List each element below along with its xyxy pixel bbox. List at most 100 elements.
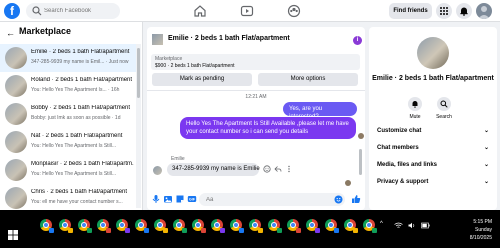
facebook-logo[interactable]: f xyxy=(4,3,20,19)
profile-badge-icon xyxy=(106,228,111,233)
avatar-icon xyxy=(478,6,490,19)
wifi-icon[interactable] xyxy=(394,222,403,229)
thread-preview: You: Hello Yes The Apartment Is Still... xyxy=(31,143,117,149)
listing-thumbnail xyxy=(5,103,27,125)
thread-preview: Bobby: just Imk as soon as possible · 1d xyxy=(31,115,121,121)
sidebar-title: Marketplace xyxy=(19,26,72,36)
marketplace-inbox-sidebar: ← Marketplace Emilie · 2 beds 1 bath Fla… xyxy=(0,22,143,210)
scrollbar-thumb[interactable] xyxy=(137,48,140,98)
photo-icon[interactable] xyxy=(163,194,173,204)
message-timestamp: 12:21 AM xyxy=(245,94,267,100)
thread-item[interactable]: Nat · 2 beds 1 bath Flat/apartment You: … xyxy=(0,128,136,156)
thread-preview: 347-285-9939 my name is Emil... · Just n… xyxy=(31,59,129,65)
thread-item[interactable]: Chris · 2 beds 1 bath Flat/apartment You… xyxy=(0,184,136,212)
menu-button[interactable] xyxy=(436,3,452,19)
search-conversation-button[interactable] xyxy=(437,97,451,111)
listing-label: Marketplace xyxy=(155,56,183,62)
profile-badge-icon xyxy=(163,228,168,233)
search-icon xyxy=(32,6,42,16)
volume-icon[interactable] xyxy=(408,222,416,229)
chevron-down-icon: ⌄ xyxy=(483,145,489,151)
details-title: Emilie · 2 beds 1 bath Flat/apartment xyxy=(372,75,494,82)
thread-item[interactable]: Monplaisir · 2 beds 1 bath Flat/apartm..… xyxy=(0,156,136,184)
microphone-icon[interactable] xyxy=(151,194,161,204)
profile-badge-icon xyxy=(315,228,320,233)
system-clock[interactable]: 5:15 PM Sunday 8/10/2025 xyxy=(452,218,492,242)
conversation-title[interactable]: Emilie · 2 beds 1 bath Flat/apartment xyxy=(168,35,290,42)
sticker-icon[interactable] xyxy=(175,194,185,204)
mute-label: Mute xyxy=(409,114,421,120)
mark-as-pending-button[interactable]: Mark as pending xyxy=(152,73,252,86)
mute-button[interactable] xyxy=(408,97,422,111)
listing-card[interactable]: Marketplace $900 · 2 beds 1 bath Flat/ap… xyxy=(151,54,360,70)
profile-badge-icon xyxy=(49,228,54,233)
info-icon[interactable]: i xyxy=(353,36,362,45)
profile-badge-icon xyxy=(87,228,92,233)
thread-preview: You: ell me have your contact number s..… xyxy=(31,199,123,205)
clock-day: Sunday xyxy=(475,227,492,233)
profile-badge-icon xyxy=(258,228,263,233)
listing-thumbnail xyxy=(5,187,27,209)
react-emoji-icon[interactable] xyxy=(263,165,271,173)
video-icon[interactable] xyxy=(240,4,254,18)
listing-thumbnail xyxy=(5,75,27,97)
profile-badge-icon xyxy=(372,228,377,233)
thread-preview: You: Hello Yes The Apartment Is Still... xyxy=(31,171,117,177)
profile-avatar[interactable] xyxy=(476,3,492,19)
listing-thumbnail xyxy=(5,131,27,153)
home-icon[interactable] xyxy=(193,4,207,18)
profile-badge-icon xyxy=(220,228,225,233)
find-friends-button[interactable]: Find friends xyxy=(389,3,432,19)
message-input[interactable] xyxy=(206,194,326,205)
battery-icon[interactable] xyxy=(421,222,430,229)
message-input-field[interactable] xyxy=(199,193,345,206)
sidebar-scrollbar[interactable] xyxy=(136,44,141,208)
outgoing-message: Hello Yes The Apartment Is Still Availab… xyxy=(180,117,356,139)
section-label: Privacy & support xyxy=(377,179,429,185)
thread-title: Roland · 2 beds 1 bath Flat/apartment xyxy=(31,77,133,83)
thread-item[interactable]: Bobby · 2 beds 1 bath Flat/apartment Bob… xyxy=(0,100,136,128)
emoji-icon[interactable] xyxy=(334,195,343,204)
listing-thumbnail xyxy=(5,47,27,69)
windows-taskbar: ^ 5:15 PM Sunday 8/10/2025 xyxy=(0,210,500,248)
grid-menu-icon xyxy=(440,7,448,15)
thread-title: Chris · 2 beds 1 bath Flat/apartment xyxy=(31,189,128,195)
message-composer: GIF xyxy=(147,189,365,210)
bell-icon xyxy=(412,101,418,108)
more-options-button[interactable]: More options xyxy=(258,73,358,86)
profile-badge-icon xyxy=(277,228,282,233)
chat-members-section[interactable]: Chat members ⌄ xyxy=(377,142,491,154)
groups-icon[interactable] xyxy=(287,4,301,18)
profile-badge-icon xyxy=(334,228,339,233)
profile-badge-icon xyxy=(296,228,301,233)
thread-item[interactable]: Emilie · 2 beds 1 bath Flat/apartment 34… xyxy=(0,44,136,72)
bell-icon xyxy=(460,7,468,16)
conversation-details-panel: Emilie · 2 beds 1 bath Flat/apartment Mu… xyxy=(369,27,497,210)
conversation-panel: Emilie · 2 beds 1 bath Flat/apartment i … xyxy=(147,27,365,210)
media-files-links-section[interactable]: Media, files and links ⌄ xyxy=(377,159,491,171)
chat-scrollbar[interactable] xyxy=(359,149,362,175)
tray-up-arrow-icon[interactable]: ^ xyxy=(380,221,383,227)
thread-preview: You: Hello Yes The Apartment Is... · 16h xyxy=(31,87,120,93)
windows-start-icon[interactable] xyxy=(8,230,18,240)
notifications-button[interactable] xyxy=(456,3,472,19)
thread-item[interactable]: Roland · 2 beds 1 bath Flat/apartment Yo… xyxy=(0,72,136,100)
incoming-message: 347-285-9939 my name is Emilie xyxy=(167,163,260,176)
seen-indicator xyxy=(345,180,351,186)
seen-indicator xyxy=(358,133,364,139)
profile-badge-icon xyxy=(353,228,358,233)
profile-badge-icon xyxy=(68,228,73,233)
like-icon[interactable] xyxy=(351,194,361,204)
chevron-down-icon: ⌄ xyxy=(483,128,489,134)
search-icon xyxy=(440,100,448,108)
back-arrow-icon[interactable]: ← xyxy=(6,28,15,38)
thread-title: Nat · 2 beds 1 bath Flat/apartment xyxy=(31,133,123,139)
customize-chat-section[interactable]: Customize chat ⌄ xyxy=(377,125,491,137)
search-box[interactable] xyxy=(26,3,120,19)
search-label: Search xyxy=(436,114,452,120)
search-input[interactable] xyxy=(44,5,116,17)
gif-icon[interactable]: GIF xyxy=(187,194,197,204)
privacy-support-section[interactable]: Privacy & support ⌄ xyxy=(377,176,491,188)
more-icon[interactable] xyxy=(285,165,293,173)
reply-icon[interactable] xyxy=(274,165,282,173)
